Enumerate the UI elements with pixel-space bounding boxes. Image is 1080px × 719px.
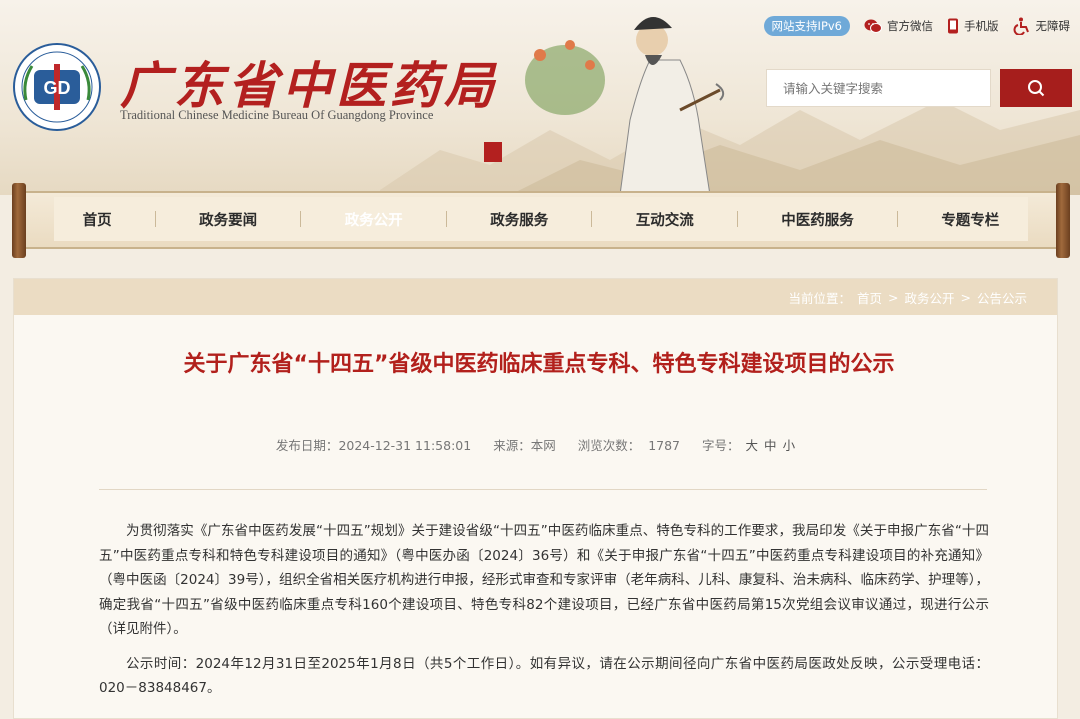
- breadcrumb: 当前位置： 首页 > 政务公开 > 公告公示: [14, 279, 1057, 315]
- top-utility-bar: 网站支持IPv6 官方微信 手机版 无障碍: [763, 15, 1071, 37]
- article-paragraph: 公示时间：2024年12月31日至2025年1月8日（共5个工作日）。如有异议，…: [99, 655, 989, 697]
- site-subtitle: Traditional Chinese Medicine Bureau Of G…: [120, 108, 434, 122]
- nav-separator: [591, 211, 593, 227]
- breadcrumb-sep: >: [888, 289, 899, 305]
- font-size-control: 字号：大中小: [702, 438, 796, 453]
- wechat-label: 官方微信: [887, 19, 933, 33]
- scholar-figure-illustration: [484, 16, 725, 195]
- view-count: 浏览次数： 1787: [577, 438, 681, 453]
- main-nav-scroll: 首页 政务要闻 政务公开 政务服务 互动交流 中医药服务 专题专栏: [0, 183, 1080, 258]
- seal-icon: [484, 142, 502, 162]
- article-source: 来源：本网: [493, 438, 556, 453]
- logo-text: GD: [44, 78, 71, 98]
- logo-emblem-icon: GD: [13, 43, 101, 131]
- divider: [99, 489, 987, 490]
- nav-separator: [300, 211, 302, 227]
- site-header: GD 广东省中医药局 Traditional Chinese Medicine …: [0, 0, 1080, 195]
- wechat-link[interactable]: 官方微信: [864, 18, 933, 34]
- nav-separator: [737, 211, 739, 227]
- nav-item-tcm-services[interactable]: 中医药服务: [767, 205, 868, 234]
- nav-separator: [897, 211, 899, 227]
- breadcrumb-home[interactable]: 首页: [857, 288, 882, 307]
- main-nav: 首页 政务要闻 政务公开 政务服务 互动交流 中医药服务 专题专栏: [54, 197, 1028, 241]
- wechat-icon: [864, 19, 882, 33]
- scroll-rod-left: [12, 183, 26, 258]
- nav-separator: [154, 211, 156, 227]
- breadcrumb-notices[interactable]: 公告公示: [977, 288, 1027, 307]
- nav-item-gov-info[interactable]: 政务公开: [331, 205, 417, 234]
- font-size-medium[interactable]: 中: [764, 438, 777, 453]
- publish-date: 发布日期：2024-12-31 11:58:01: [275, 438, 472, 453]
- accessibility-icon: [1013, 17, 1029, 35]
- scroll-rod-right: [1056, 183, 1070, 258]
- article-paragraph: 为贯彻落实《广东省中医药发展“十四五”规划》关于建设省级“十四五”中医药临床重点…: [99, 523, 989, 637]
- breadcrumb-sep: >: [960, 289, 971, 305]
- nav-item-interaction[interactable]: 互动交流: [622, 205, 708, 234]
- mobile-label: 手机版: [964, 19, 999, 33]
- mobile-link[interactable]: 手机版: [947, 18, 999, 34]
- nav-separator: [445, 211, 447, 227]
- article-meta: 发布日期：2024-12-31 11:58:01 来源：本网 浏览次数： 178…: [14, 435, 1057, 454]
- nav-item-topics[interactable]: 专题专栏: [927, 205, 1013, 234]
- breadcrumb-gov-info[interactable]: 政务公开: [904, 288, 954, 307]
- breadcrumb-label: 当前位置：: [788, 290, 851, 306]
- search-icon: [1028, 80, 1045, 97]
- nav-item-home[interactable]: 首页: [69, 205, 126, 234]
- article-panel: 当前位置： 首页 > 政务公开 > 公告公示 关于广东省“十四五”省级中医药临床…: [13, 278, 1058, 719]
- ipv6-badge: 网站支持IPv6: [763, 16, 850, 36]
- nav-item-news[interactable]: 政务要闻: [185, 205, 271, 234]
- search-input[interactable]: [766, 69, 991, 107]
- search-button[interactable]: [1000, 69, 1072, 107]
- font-size-small[interactable]: 小: [783, 438, 796, 453]
- nav-item-services[interactable]: 政务服务: [476, 205, 562, 234]
- accessibility-link[interactable]: 无障碍: [1013, 17, 1071, 35]
- font-size-large[interactable]: 大: [746, 438, 759, 453]
- accessibility-label: 无障碍: [1035, 19, 1071, 33]
- article-body: 为贯彻落实《广东省中医药发展“十四五”规划》关于建设省级“十四五”中医药临床重点…: [99, 519, 989, 711]
- mobile-icon: [948, 18, 958, 34]
- article-title: 关于广东省“十四五”省级中医药临床重点专科、特色专科建设项目的公示: [183, 352, 895, 377]
